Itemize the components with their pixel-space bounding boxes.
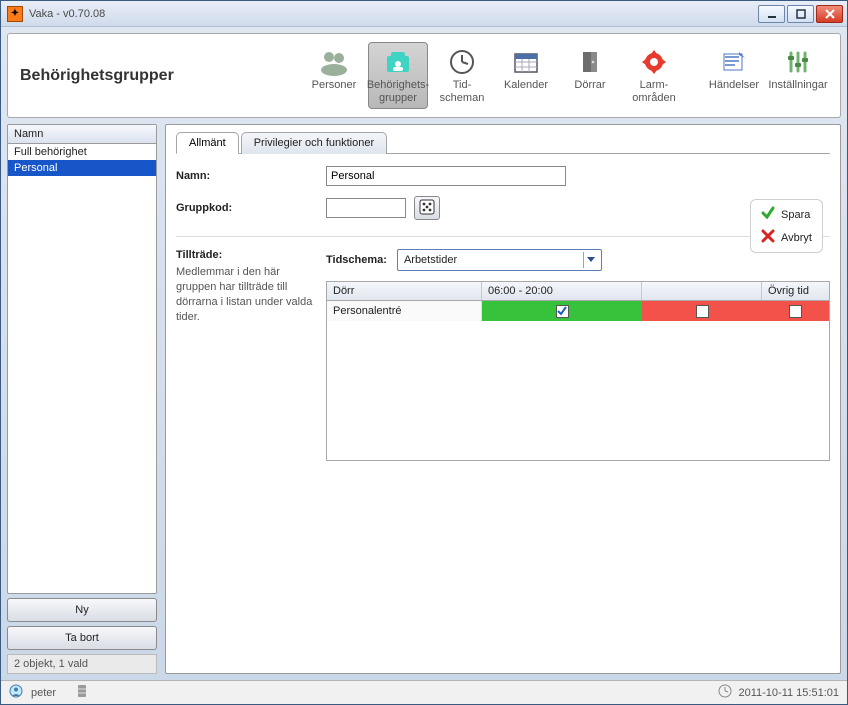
group-icon <box>381 47 415 77</box>
selection-status: 2 objekt, 1 vald <box>7 654 157 674</box>
app-window: ✦ Vaka - v0.70.08 Behörighetsgrupper Per… <box>0 0 848 705</box>
group-list-header: Namn <box>8 125 156 144</box>
user-icon <box>9 684 23 701</box>
cancel-label: Avbryt <box>781 232 812 244</box>
dice-icon <box>419 199 435 218</box>
row-time1-cell[interactable] <box>482 301 642 321</box>
toolbar-item-tidscheman[interactable]: Tid- scheman <box>432 42 492 109</box>
col-door: Dörr <box>327 282 482 300</box>
toolbar-item-label: Händelser <box>709 79 759 92</box>
groupcode-input[interactable] <box>326 198 406 218</box>
row-time2-cell[interactable] <box>642 301 762 321</box>
people-icon <box>317 47 351 77</box>
server-icon <box>76 684 88 701</box>
minimize-button[interactable] <box>758 5 785 23</box>
chevron-down-icon <box>583 252 599 268</box>
cancel-button[interactable]: Avbryt <box>761 229 812 246</box>
action-box: Spara Avbryt <box>750 199 823 253</box>
list-item[interactable]: Personal <box>8 160 156 176</box>
toolbar: Behörighetsgrupper Personer Behörighets-… <box>7 33 841 118</box>
col-time1: 06:00 - 20:00 <box>482 282 642 300</box>
toolbar-item-label: Personer <box>312 79 357 92</box>
close-button[interactable] <box>816 5 843 23</box>
settings-icon <box>781 47 815 77</box>
titlebar: ✦ Vaka - v0.70.08 <box>1 1 847 27</box>
events-icon <box>717 47 751 77</box>
toolbar-item-larm[interactable]: Larm- områden <box>624 42 684 109</box>
toolbar-item-handelser[interactable]: Händelser <box>704 42 764 97</box>
tab-allmant[interactable]: Allmänt <box>176 132 239 154</box>
door-icon <box>573 47 607 77</box>
save-button[interactable]: Spara <box>761 206 812 223</box>
toolbar-item-label: Behörighets- grupper <box>367 79 429 104</box>
app-icon: ✦ <box>7 6 23 22</box>
toolbar-item-label: Kalender <box>504 79 548 92</box>
row-door: Personalentré <box>327 301 482 321</box>
check-icon <box>761 206 775 223</box>
dice-button[interactable] <box>414 196 440 220</box>
alarm-icon <box>637 47 671 77</box>
status-user: peter <box>31 687 56 699</box>
tab-privilegier[interactable]: Privilegier och funktioner <box>241 132 387 154</box>
new-button[interactable]: Ny <box>7 598 157 622</box>
list-item[interactable]: Full behörighet <box>8 144 156 160</box>
cross-icon <box>761 229 775 246</box>
access-table: Dörr 06:00 - 20:00 Övrig tid Personalent… <box>326 281 830 461</box>
toolbar-item-personer[interactable]: Personer <box>304 42 364 97</box>
checkbox-icon <box>556 305 569 318</box>
toolbar-item-label: Inställningar <box>768 79 827 92</box>
calendar-icon <box>509 47 543 77</box>
group-list[interactable]: Namn Full behörighet Personal <box>7 124 157 594</box>
name-label: Namn: <box>176 170 326 182</box>
schedule-label: Tidschema: <box>326 254 387 266</box>
toolbar-item-kalender[interactable]: Kalender <box>496 42 556 97</box>
schedule-select[interactable]: Arbetstider <box>397 249 602 271</box>
checkbox-icon <box>696 305 709 318</box>
toolbar-item-label: Tid- scheman <box>440 79 485 104</box>
statusbar: peter 2011-10-11 15:51:01 <box>1 680 847 704</box>
toolbar-item-label: Dörrar <box>574 79 605 92</box>
checkbox-icon <box>789 305 802 318</box>
schedule-value: Arbetstider <box>404 254 457 266</box>
groupcode-label: Gruppkod: <box>176 202 326 214</box>
status-datetime: 2011-10-11 15:51:01 <box>738 687 839 699</box>
toolbar-item-behorighetsgrupper[interactable]: Behörighets- grupper <box>368 42 428 109</box>
page-title: Behörighetsgrupper <box>20 67 174 85</box>
save-label: Spara <box>781 209 810 221</box>
access-help: Medlemmar i den här gruppen har tillträd… <box>176 265 316 324</box>
maximize-button[interactable] <box>787 5 814 23</box>
clock-small-icon <box>718 684 732 701</box>
toolbar-item-installningar[interactable]: Inställningar <box>768 42 828 97</box>
access-label: Tillträde: <box>176 249 326 261</box>
row-rest-cell[interactable] <box>762 301 829 321</box>
toolbar-item-dorrar[interactable]: Dörrar <box>560 42 620 97</box>
window-title: Vaka - v0.70.08 <box>29 8 105 20</box>
name-input[interactable] <box>326 166 566 186</box>
col-resttime: Övrig tid <box>762 282 829 300</box>
clock-icon <box>445 47 479 77</box>
table-row: Personalentré <box>327 301 829 321</box>
col-time2 <box>642 282 762 300</box>
main-panel: Allmänt Privilegier och funktioner Namn:… <box>165 124 841 674</box>
toolbar-item-label: Larm- områden <box>632 79 675 104</box>
delete-button[interactable]: Ta bort <box>7 626 157 650</box>
sidebar: Namn Full behörighet Personal Ny Ta bort… <box>7 124 157 674</box>
